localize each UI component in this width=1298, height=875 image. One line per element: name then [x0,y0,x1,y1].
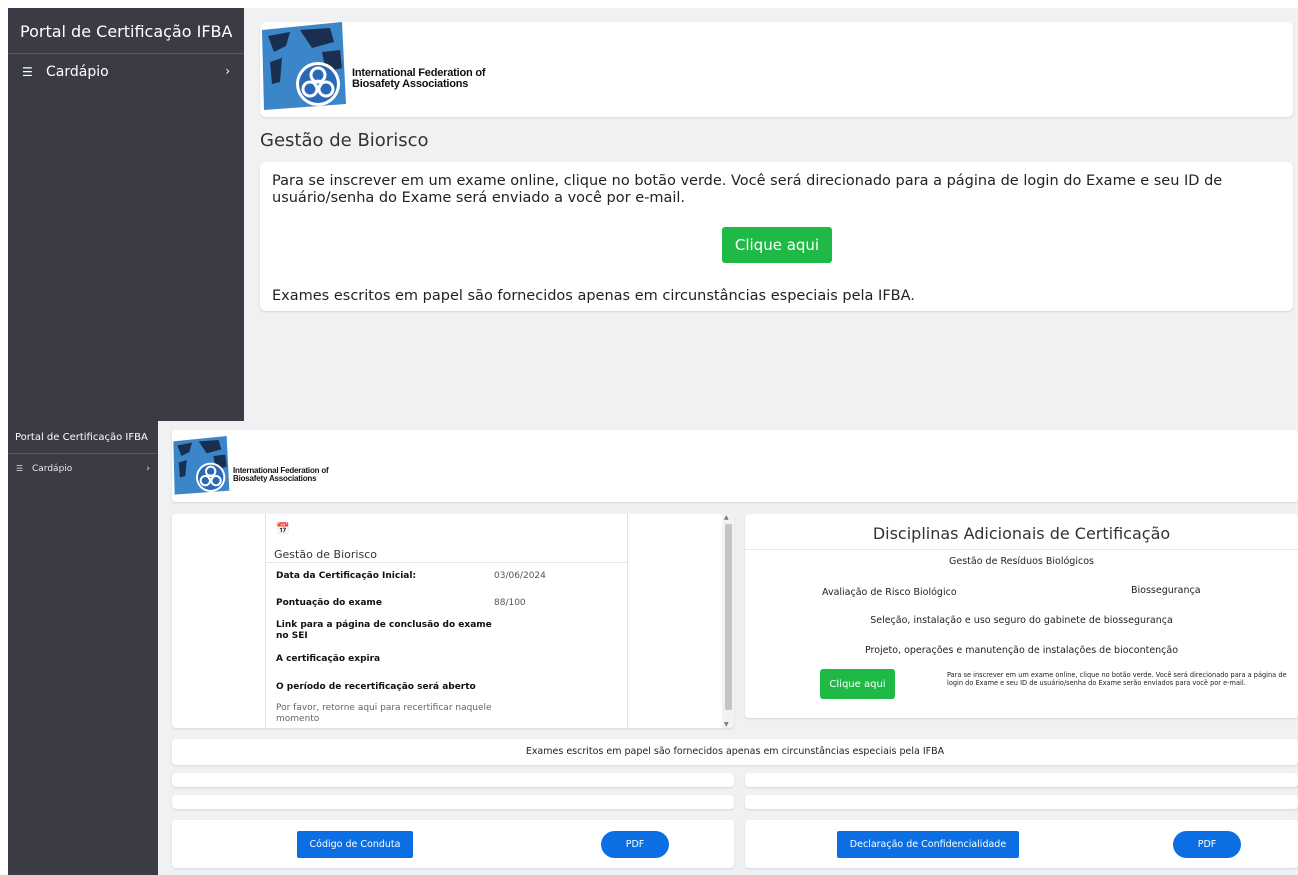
biohazard-globe-icon [262,22,346,110]
discipline-item: Avaliação de Risco Biológico [822,587,957,598]
chevron-right-icon: › [225,64,230,78]
exam-info-card: Para se inscrever em um exame online, cl… [260,162,1293,311]
sidebar-title: Portal de Certificação IFBA [8,421,158,454]
document-card: Declaração de Confidencialidade PDF [745,820,1298,868]
additional-title: Disciplinas Adicionais de Certificação [872,524,1171,543]
scroll-down-icon[interactable]: ▼ [724,721,729,728]
sidebar-item-label: Cardápio [46,64,109,80]
additional-certifications-card: Disciplinas Adicionais de Certificação G… [745,514,1298,718]
logo-text-line2: Biosafety Associations [233,474,317,483]
expires-label: A certificação expira [276,654,381,664]
scroll-thumb[interactable] [725,524,732,710]
discipline-item: Gestão de Resíduos Biológicos [949,556,1094,567]
biohazard-globe-icon [173,436,230,495]
sei-link-label[interactable]: Link para a página de conclusão do exame… [276,620,506,642]
paper-exam-card: Exames escritos em papel são fornecidos … [172,739,1298,765]
sidebar-item-menu[interactable]: ☰ Cardápio › [8,54,244,94]
code-of-conduct-button[interactable]: Código de Conduta [297,831,413,858]
chevron-right-icon: › [146,464,150,474]
pdf-button[interactable]: PDF [601,831,669,858]
sidebar-item-menu[interactable]: ☰ Cardápio › [8,454,158,474]
initial-cert-date-label: Data da Certificação Inicial: [276,571,417,581]
discipline-item: Seleção, instalação e uso seguro do gabi… [870,615,1173,626]
empty-card [745,773,1298,787]
exam-score-label: Pontuação do exame [276,598,382,608]
logo-card [172,430,1298,502]
exam-instructions: Para se inscrever em um exame online, cl… [947,671,1287,687]
certification-title: Gestão de Biorisco [274,548,377,561]
click-here-button[interactable]: Clique aqui [820,669,895,699]
empty-card [172,795,734,809]
initial-cert-date-value: 03/06/2024 [494,571,546,581]
document-card: Código de Conduta PDF [172,820,734,868]
certification-card: 📅 Gestão de Biorisco Data da Certificaçã… [172,514,734,728]
discipline-item: Projeto, operações e manutenção de insta… [864,645,1179,656]
calendar-check-icon: 📅 [276,522,290,535]
scroll-up-icon[interactable]: ▲ [724,514,729,521]
ifba-logo: International Federation of Biosafety As… [260,22,486,112]
empty-card [172,773,734,787]
scrollbar[interactable]: ▲ ▼ [722,514,734,728]
sidebar: Portal de Certificação IFBA ☰ Cardápio › [8,8,244,421]
paper-exam-notice: Exames escritos em papel são fornecidos … [272,288,915,304]
logo-text: International Federation of Biosafety As… [352,68,486,90]
menu-list-icon: ☰ [22,65,33,79]
menu-list-icon: ☰ [16,464,24,473]
pdf-button[interactable]: PDF [1173,831,1241,858]
certification-details: 📅 Gestão de Biorisco Data da Certificaçã… [265,514,629,728]
paper-exam-notice: Exames escritos em papel são fornecidos … [525,746,945,757]
ifba-logo: International Federation of Biosafety As… [172,432,329,500]
logo-text-line2: Biosafety Associations [352,78,469,90]
divider [266,562,629,563]
page-title: Gestão de Biorisco [260,130,429,151]
exam-score-value: 88/100 [494,598,526,608]
sidebar-item-label: Cardápio [32,464,73,474]
divider [745,549,1298,550]
recert-open-label: O período de recertificação será aberto [276,682,476,692]
confidentiality-button[interactable]: Declaração de Confidencialidade [837,831,1019,858]
empty-card [745,795,1298,809]
recert-note: Por favor, retorne aqui para recertifica… [276,703,492,724]
exam-instructions: Para se inscrever em um exame online, cl… [272,173,1223,206]
screen-top: Portal de Certificação IFBA ☰ Cardápio › … [8,8,1298,421]
logo-text: International Federation of Biosafety As… [233,467,329,483]
click-here-button[interactable]: Clique aqui [722,227,832,263]
sidebar-title: Portal de Certificação IFBA [8,8,244,54]
discipline-item: Biossegurança [1131,585,1201,596]
sidebar: Portal de Certificação IFBA ☰ Cardápio › [8,421,158,875]
